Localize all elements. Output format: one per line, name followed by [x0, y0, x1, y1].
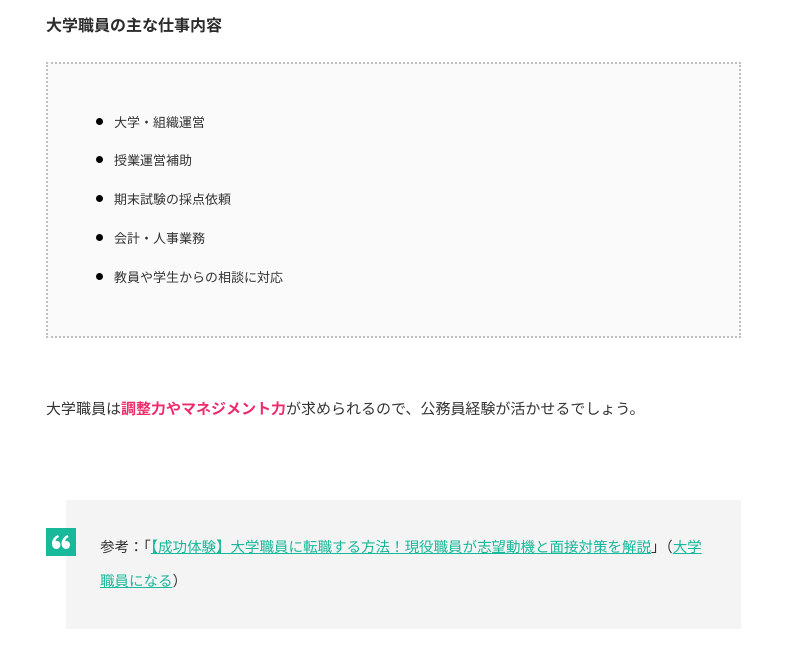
quote-icon	[46, 528, 76, 556]
list-item: 授業運営補助	[96, 150, 699, 171]
duties-list: 大学・組織運営 授業運営補助 期末試験の採点依頼 会計・人事業務 教員や学生から…	[96, 112, 699, 288]
paragraph-highlight: 調整力やマネジメント力	[121, 398, 286, 419]
section-heading: 大学職員の主な仕事内容	[46, 12, 741, 38]
paragraph-pre: 大学職員は	[46, 398, 121, 419]
list-item: 大学・組織運営	[96, 112, 699, 133]
list-item: 教員や学生からの相談に対応	[96, 267, 699, 288]
reference-mid: 」（	[651, 536, 673, 557]
duties-box: 大学・組織運営 授業運営補助 期末試験の採点依頼 会計・人事業務 教員や学生から…	[46, 62, 741, 338]
reference-body: 参考：「【成功体験】大学職員に転職する方法！現役職員が志望動機と面接対策を解説」…	[66, 500, 741, 630]
reference-prefix: 参考：「	[100, 536, 151, 557]
paragraph-post: が求められるので、公務員経験が活かせるでしょう。	[286, 398, 645, 419]
reference-link-main[interactable]: 【成功体験】大学職員に転職する方法！現役職員が志望動機と面接対策を解説	[151, 536, 651, 557]
list-item: 会計・人事業務	[96, 228, 699, 249]
body-paragraph: 大学職員は調整力やマネジメント力が求められるので、公務員経験が活かせるでしょう。	[46, 388, 741, 430]
reference-suffix: ）	[173, 570, 188, 591]
reference-block: 参考：「【成功体験】大学職員に転職する方法！現役職員が志望動機と面接対策を解説」…	[46, 500, 741, 630]
list-item: 期末試験の採点依頼	[96, 189, 699, 210]
